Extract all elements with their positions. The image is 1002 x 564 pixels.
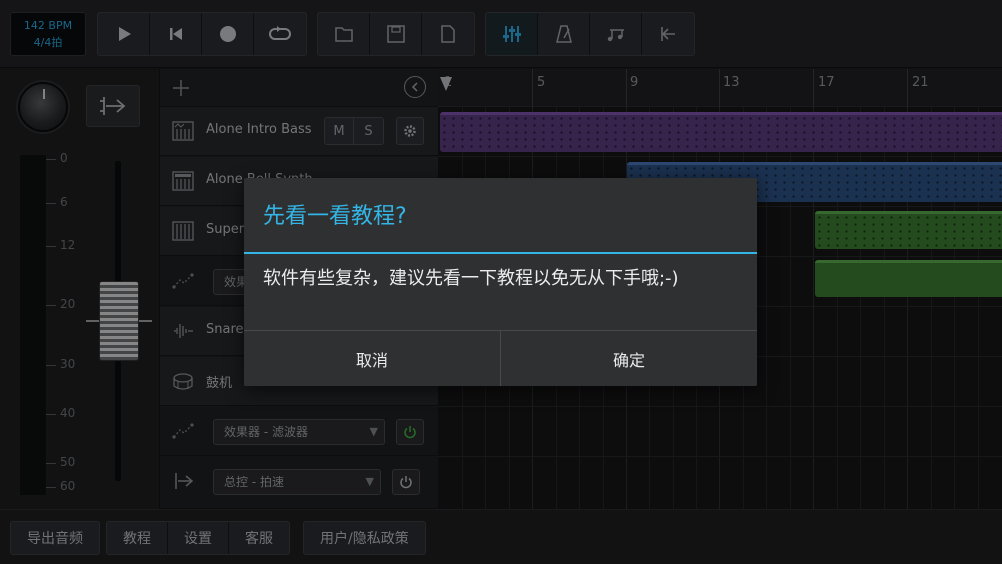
dialog-title: 先看一看教程?: [263, 204, 407, 229]
dialog-divider: [244, 252, 757, 254]
cancel-button[interactable]: 取消: [244, 331, 501, 386]
dialog-message: 软件有些复杂，建议先看一下教程以免无从下手哦;-): [263, 268, 679, 289]
tutorial-prompt-dialog: 先看一看教程? 软件有些复杂，建议先看一下教程以免无从下手哦;-) 取消 确定: [244, 178, 757, 386]
confirm-button[interactable]: 确定: [501, 331, 757, 386]
dialog-button-bar: 取消 确定: [244, 330, 757, 386]
app-window: 142 BPM 4/4拍 0 6 12 20 30 40 50 60 Alone…: [0, 0, 1002, 564]
